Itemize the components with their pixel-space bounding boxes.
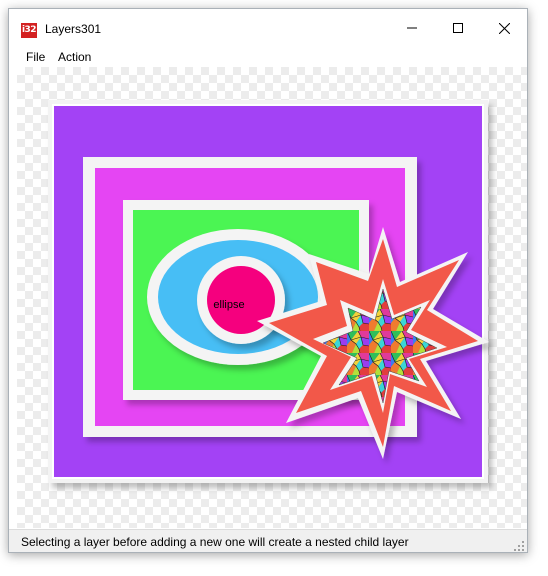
menu-action[interactable]: Action <box>58 50 91 64</box>
maximize-icon <box>453 23 463 33</box>
resize-grip-icon[interactable] <box>514 541 524 551</box>
title-bar[interactable]: i32 Layers301 <box>9 9 527 47</box>
menu-bar: File Action <box>9 47 527 67</box>
window-title: Layers301 <box>45 22 102 36</box>
layer-canvas[interactable]: ellipse <box>17 67 527 528</box>
menu-file[interactable]: File <box>26 50 45 64</box>
minimize-button[interactable] <box>389 9 435 47</box>
close-button[interactable] <box>481 9 527 47</box>
close-icon <box>498 22 510 34</box>
ellipse-label: ellipse <box>213 299 244 311</box>
maximize-button[interactable] <box>435 9 481 47</box>
status-message: Selecting a layer before adding a new on… <box>21 535 409 549</box>
app-window: i32 Layers301 File Action ellipse Select… <box>8 8 528 553</box>
status-bar: Selecting a layer before adding a new on… <box>9 529 527 552</box>
app-icon: i32 <box>21 23 37 38</box>
layers-drawing: ellipse <box>48 100 489 483</box>
minimize-icon <box>407 27 417 29</box>
